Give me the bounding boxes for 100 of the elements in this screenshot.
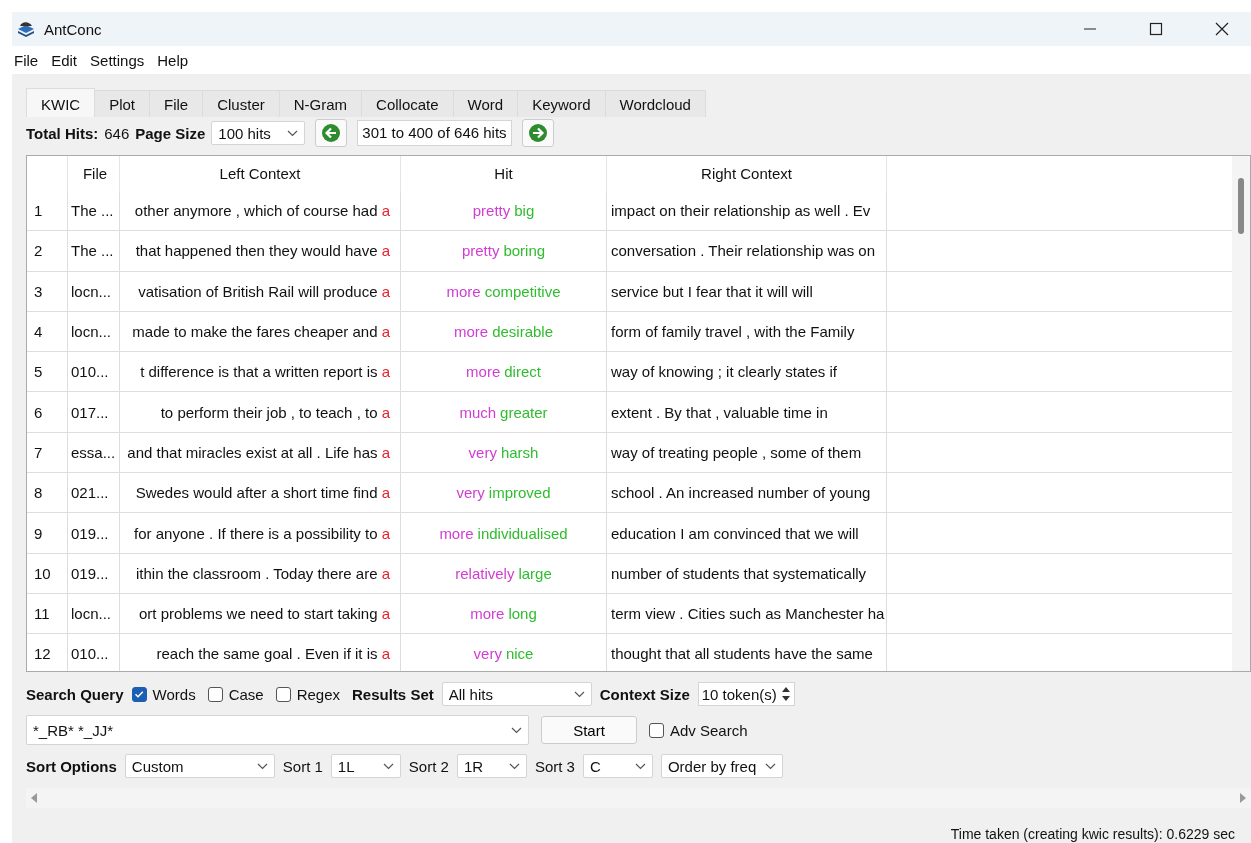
checkbox[interactable] — [207, 686, 223, 702]
left-context-cell: to perform their job , to teach , to a — [119, 392, 400, 432]
row-number: 10 — [33, 563, 52, 584]
caret-icon — [511, 726, 522, 734]
scroll-left-icon[interactable] — [30, 793, 38, 803]
caret-icon — [764, 762, 776, 770]
column-header[interactable]: File — [67, 156, 119, 191]
left-context-cell: Swedes would after a short time find a — [119, 473, 400, 513]
spinner-arrows-icon — [780, 685, 791, 703]
next-page-button[interactable] — [521, 119, 554, 147]
column-header[interactable]: Left Context — [119, 156, 400, 191]
sort-options-label: Sort Options — [26, 757, 117, 775]
left-context-cell: made to make the fares cheaper and a — [119, 311, 400, 352]
search-query-field[interactable]: *_RB* *_JJ* — [26, 715, 529, 745]
menu-item[interactable]: Help — [157, 51, 189, 69]
hit-cell: very nice — [400, 634, 606, 671]
row-number: 6 — [33, 402, 44, 423]
menu-item[interactable]: Edit — [51, 51, 78, 69]
table-cell: locn... — [67, 271, 119, 311]
sort-level-dropdown[interactable]: 1R — [456, 754, 527, 778]
tab[interactable]: Wordcloud — [604, 90, 706, 117]
left-context-cell: t difference is that a written report is a — [119, 352, 400, 392]
scrollbar-thumb[interactable] — [1238, 178, 1244, 234]
left-context-cell: ithin the classroom . Today there are a — [119, 553, 400, 593]
results-set-dropdown[interactable]: All hits — [441, 682, 592, 706]
tab[interactable]: KWIC — [26, 88, 96, 117]
option-label: Words — [152, 685, 196, 703]
tab[interactable]: Cluster — [202, 90, 280, 117]
app-logo-icon — [16, 20, 36, 38]
row-number: 3 — [33, 281, 44, 302]
hit-cell: very harsh — [400, 432, 606, 473]
total-hits-label: Total Hits: — [26, 124, 99, 142]
table-cell: locn... — [67, 311, 119, 352]
status-text: Time taken (creating kwic results): 0.6229 sec — [950, 826, 1235, 843]
hit-cell: relatively large — [400, 553, 606, 593]
left-context-cell: that happened then they would have a — [119, 231, 400, 271]
table-cell: essa... — [67, 432, 119, 473]
caret-icon — [508, 762, 520, 770]
table-cell: 021... — [67, 473, 119, 513]
page-size-label: Page Size — [135, 124, 206, 142]
right-context-cell: service but I fear that it will will — [606, 271, 887, 311]
right-context-cell: extent . By that , valuable time in — [606, 392, 887, 432]
tab[interactable]: N-Gram — [278, 90, 363, 117]
left-context-cell: and that miracles exist at all . Life has a — [119, 432, 400, 473]
window-title: AntConc — [44, 20, 102, 38]
tab[interactable]: Word — [452, 90, 519, 117]
table-cell: 010... — [67, 634, 119, 671]
row-number: 9 — [33, 523, 44, 544]
sort-level-dropdown[interactable]: C — [582, 754, 653, 778]
caret-icon — [382, 762, 394, 770]
caret-icon — [634, 762, 646, 770]
checkbox[interactable] — [131, 686, 147, 702]
tab[interactable]: Collocate — [361, 90, 454, 117]
previous-page-button[interactable] — [315, 119, 348, 147]
sort-level-label: Sort 1 — [282, 757, 323, 775]
horizontal-scrollbar[interactable] — [26, 788, 1251, 808]
option-label: Adv Search — [670, 721, 748, 739]
column-header[interactable]: Right Context — [606, 156, 887, 191]
caret-icon — [573, 690, 585, 698]
row-number: 4 — [33, 322, 44, 343]
context-size-spinner[interactable]: 10 token(s) — [697, 682, 795, 706]
results-set-label: Results Set — [352, 685, 434, 703]
right-context-cell: education I am convinced that we will — [606, 513, 887, 553]
menu-item[interactable]: Settings — [90, 51, 145, 69]
table-cell: 019... — [67, 553, 119, 593]
maximize-icon[interactable] — [1149, 22, 1163, 36]
search-query-label: Search Query — [26, 685, 124, 703]
table-cell: The ... — [67, 191, 119, 231]
context-size-label: Context Size — [599, 685, 690, 703]
scroll-right-icon[interactable] — [1239, 793, 1247, 803]
hit-cell: very improved — [400, 473, 606, 513]
right-context-cell: thought that all students have the same — [606, 634, 887, 671]
row-number: 5 — [33, 362, 44, 383]
order-dropdown[interactable]: Order by freq — [660, 754, 783, 778]
total-hits-value: 646 — [104, 124, 130, 142]
sort-mode-dropdown[interactable]: Custom — [124, 754, 275, 778]
right-context-cell: school . An increased number of young — [606, 473, 887, 513]
caret-icon — [287, 129, 299, 137]
column-header[interactable]: Hit — [400, 156, 606, 191]
close-icon[interactable] — [1215, 22, 1229, 36]
option-label: Case — [228, 685, 264, 703]
tab[interactable]: Plot — [94, 90, 151, 117]
caret-icon — [256, 762, 268, 770]
hit-cell: more long — [400, 593, 606, 634]
start-button[interactable]: Start — [541, 716, 637, 744]
tab[interactable]: File — [149, 90, 204, 117]
right-context-cell: conversation . Their relationship was on — [606, 231, 887, 271]
page-size-dropdown[interactable]: 100 hits — [211, 121, 306, 145]
sort-level-label: Sort 3 — [534, 757, 575, 775]
checkbox[interactable] — [275, 686, 291, 702]
sort-level-dropdown[interactable]: 1L — [330, 754, 401, 778]
row-number: 2 — [33, 241, 44, 262]
checkbox[interactable] — [649, 722, 664, 738]
right-context-cell: number of students that systematically — [606, 553, 887, 593]
row-number: 7 — [33, 442, 44, 463]
tab[interactable]: Keyword — [517, 90, 606, 117]
menu-item[interactable]: File — [14, 51, 39, 69]
hit-cell: much greater — [400, 392, 606, 432]
right-context-cell: form of family travel , with the Family — [606, 311, 887, 352]
table-cell: 019... — [67, 513, 119, 553]
